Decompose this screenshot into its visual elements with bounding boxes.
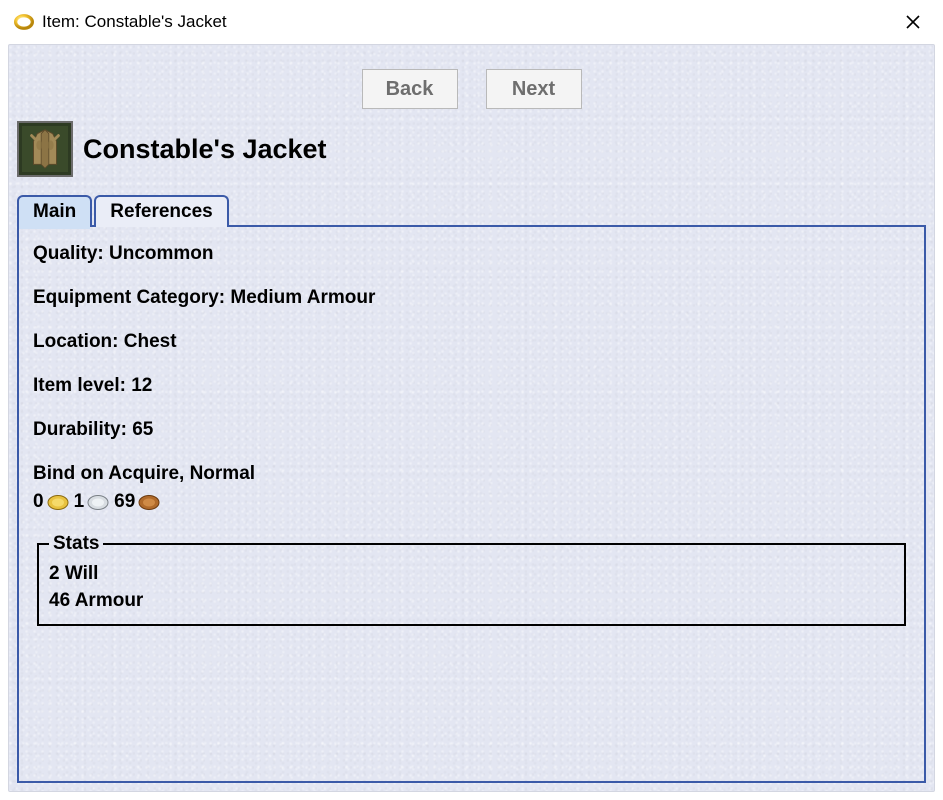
tab-main[interactable]: Main (17, 195, 92, 227)
durability-line: Durability: 65 (33, 419, 910, 441)
quality-line: Quality: Uncommon (33, 243, 910, 265)
stat-line: 2 Will (49, 561, 894, 588)
item-level-value: 12 (131, 375, 152, 396)
ring-icon (14, 12, 34, 32)
tabbar: Main References (17, 195, 231, 227)
gold-coin-icon (47, 494, 69, 511)
category-value: Medium Armour (230, 287, 375, 308)
close-icon (905, 14, 921, 30)
item-level-line: Item level: 12 (33, 375, 910, 397)
binding-line: Bind on Acquire, Normal (33, 463, 910, 485)
category-line: Equipment Category: Medium Armour (33, 287, 910, 309)
stat-line: 46 Armour (49, 588, 894, 615)
window-root: Item: Constable's Jacket Back Next (0, 0, 943, 800)
next-button[interactable]: Next (486, 69, 582, 109)
content-area: Back Next Constable's Jacket Main Refere… (8, 44, 935, 792)
price-line: 0 1 69 (33, 491, 910, 513)
nav-buttons: Back Next (9, 69, 934, 109)
window-title: Item: Constable's Jacket (42, 12, 893, 32)
durability-label: Durability: (33, 419, 127, 440)
location-label: Location: (33, 331, 119, 352)
item-level-label: Item level: (33, 375, 126, 396)
titlebar: Item: Constable's Jacket (0, 0, 943, 40)
close-button[interactable] (893, 6, 933, 38)
price-silver-value: 1 (74, 491, 85, 513)
back-button[interactable]: Back (362, 69, 458, 109)
durability-value: 65 (132, 419, 153, 440)
stats-fieldset: Stats 2 Will 46 Armour (37, 533, 906, 626)
quality-label: Quality: (33, 243, 104, 264)
category-label: Equipment Category: (33, 287, 225, 308)
tab-panel-main: Quality: Uncommon Equipment Category: Me… (17, 225, 926, 783)
price-gold-value: 0 (33, 491, 44, 513)
location-line: Location: Chest (33, 331, 910, 353)
item-name: Constable's Jacket (83, 134, 327, 165)
item-icon (17, 121, 73, 177)
quality-value: Uncommon (109, 243, 214, 264)
item-header: Constable's Jacket (17, 121, 327, 177)
location-value: Chest (124, 331, 177, 352)
tab-references[interactable]: References (94, 195, 228, 227)
stats-legend: Stats (49, 533, 103, 555)
copper-coin-icon (138, 494, 160, 511)
silver-coin-icon (87, 494, 109, 511)
price-copper-value: 69 (114, 491, 135, 513)
